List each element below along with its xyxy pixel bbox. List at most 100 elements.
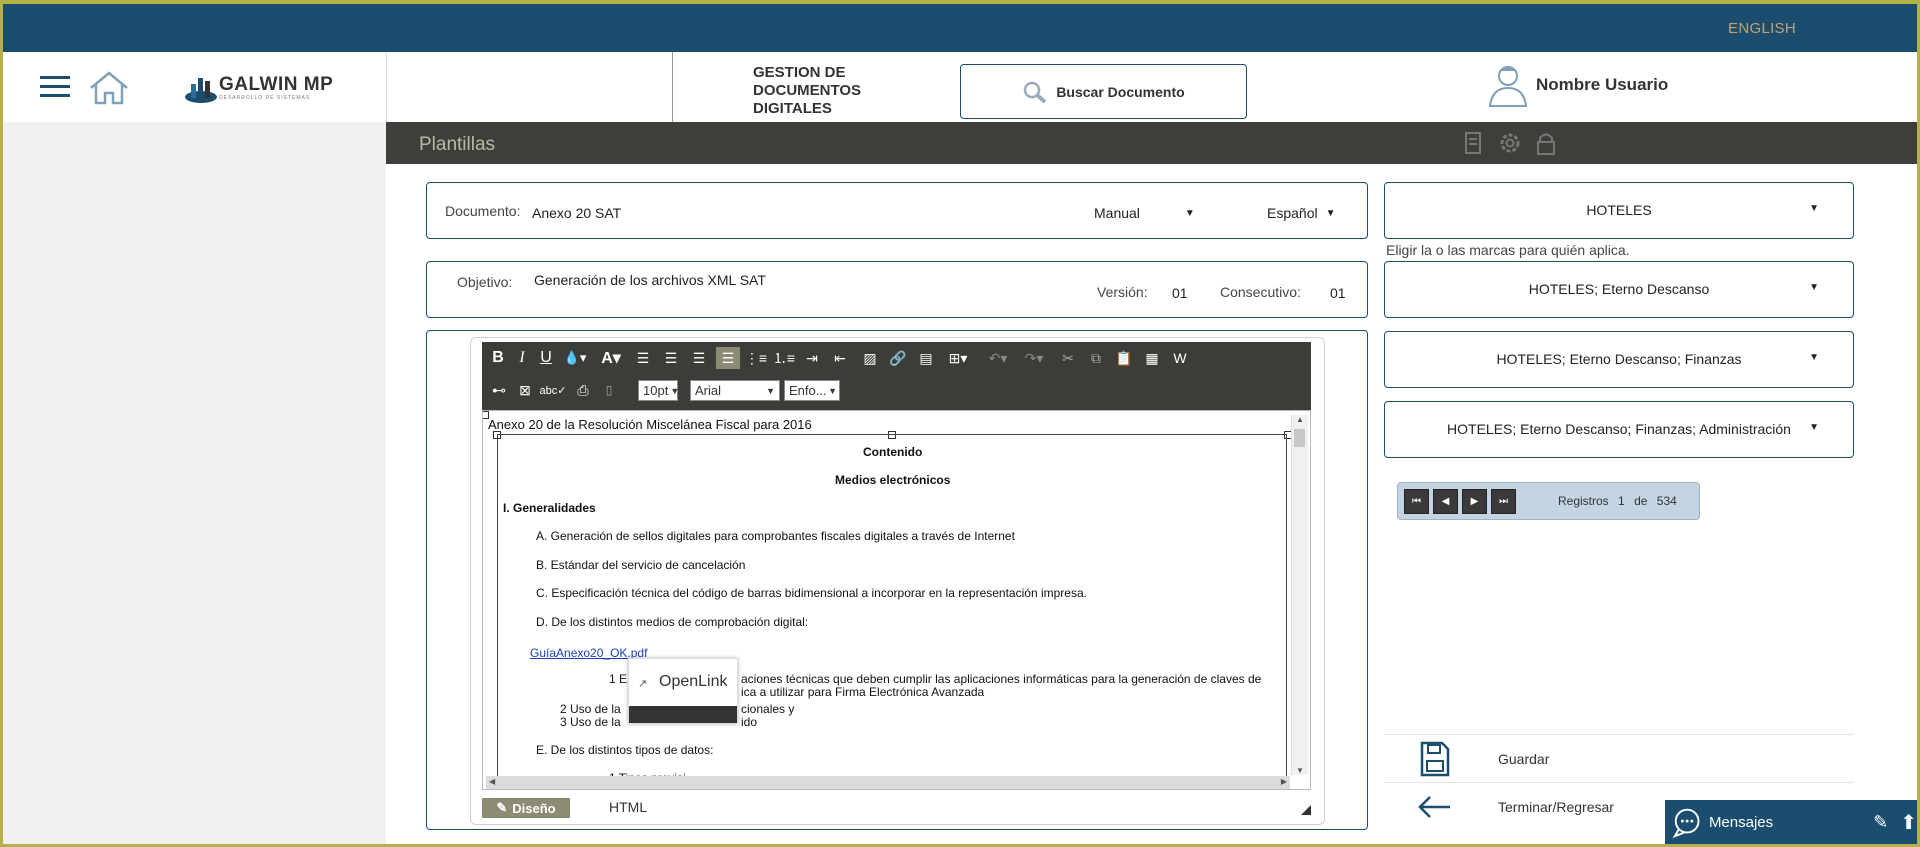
editor-resize-handle[interactable] xyxy=(1301,805,1311,815)
compose-icon[interactable]: ✎ xyxy=(1873,812,1888,833)
align-center-icon[interactable]: ☰ xyxy=(660,347,682,369)
content-table-border xyxy=(497,434,1287,789)
font-name-select[interactable]: Arial ▼ xyxy=(690,380,780,401)
first-page-button[interactable]: ⏮ xyxy=(1404,489,1429,514)
align-right-icon[interactable]: ☰ xyxy=(688,347,710,369)
copy-icon[interactable]: ⧉ xyxy=(1084,347,1108,369)
scroll-down-icon[interactable]: ▼ xyxy=(1296,766,1304,775)
spellcheck-icon[interactable]: abc✓ xyxy=(540,379,567,401)
document-icon[interactable] xyxy=(1460,130,1488,156)
back-label: Terminar/Regresar xyxy=(1498,798,1614,815)
select-all-icon[interactable]: ⊠ xyxy=(514,379,536,401)
link-context-menu[interactable]: ↗ OpenLink xyxy=(628,658,738,724)
document-language-select[interactable]: Español ▼ xyxy=(1267,205,1336,221)
bold-button[interactable]: B xyxy=(488,347,508,369)
external-link-icon: ↗ xyxy=(638,678,648,690)
undo-icon[interactable]: ↶▾ xyxy=(982,347,1014,369)
chevron-down-icon: ▼ xyxy=(766,385,775,396)
horizontal-scrollbar[interactable]: ◀ ▶ xyxy=(486,776,1290,789)
arrow-up-icon[interactable]: ⬆ xyxy=(1900,810,1917,835)
font-color-button[interactable]: A▾ xyxy=(596,347,626,369)
brand-selection-value: HOTELES; Eterno Descanso; Finanzas xyxy=(1496,351,1742,367)
vertical-scrollbar[interactable]: ▲ ▼ xyxy=(1291,415,1308,775)
lock-icon[interactable] xyxy=(1532,130,1560,156)
highlight-color-button[interactable]: 💧▾ xyxy=(560,347,590,369)
user-avatar-icon xyxy=(1488,66,1528,107)
app-title-line: DIGITALES xyxy=(753,100,832,117)
link-icon[interactable]: 🔗 xyxy=(886,347,910,369)
underline-button[interactable]: U xyxy=(536,347,556,369)
document-name-field[interactable]: Anexo 20 SAT xyxy=(532,205,621,221)
align-left-icon[interactable]: ☰ xyxy=(632,347,654,369)
doc-list-item: C. Especificación técnica del código de … xyxy=(536,586,1087,600)
records-current: 1 xyxy=(1618,494,1625,508)
open-link-menu-item[interactable]: OpenLink xyxy=(659,673,728,691)
doc-list-item: A. Generación de sellos digitales para c… xyxy=(536,529,1015,543)
design-tab[interactable]: ✎ Diseño xyxy=(482,798,570,818)
title-toolbar xyxy=(1460,130,1560,156)
settings-gear-icon[interactable] xyxy=(1496,130,1524,156)
objective-card: Objetivo: Generación de los archivos XML… xyxy=(426,261,1368,318)
sidebar xyxy=(0,122,386,847)
brand-selection-2[interactable]: HOTELES; Eterno Descanso; Finanzas ▼ xyxy=(1384,331,1854,388)
messages-widget[interactable]: Mensajes ✎ ⬆ xyxy=(1665,800,1917,845)
save-button[interactable]: Guardar xyxy=(1384,734,1854,782)
document-mode-select[interactable]: Manual ▼ xyxy=(1094,205,1195,221)
html-tab[interactable]: HTML xyxy=(609,799,647,815)
brand-selection-1[interactable]: HOTELES; Eterno Descanso ▼ xyxy=(1384,261,1854,318)
doc-subitem-text: ica a utilizar para Firma Electrónica Av… xyxy=(741,685,985,699)
brand-hint: Eligir la o las marcas para quién aplica… xyxy=(1386,242,1630,258)
chevron-down-icon: ▼ xyxy=(1809,422,1819,433)
scroll-up-icon[interactable]: ▲ xyxy=(1296,415,1304,424)
chevron-down-icon: ▼ xyxy=(1809,203,1819,214)
search-document-button[interactable]: Buscar Documento xyxy=(960,64,1247,119)
document-label: Documento: xyxy=(445,203,521,219)
format-value: Enfo... xyxy=(789,383,827,398)
align-justify-icon[interactable]: ☰ xyxy=(716,347,740,369)
paste-icon[interactable]: 📋 xyxy=(1112,347,1136,369)
section-title-bar: Plantillas xyxy=(386,122,1920,164)
italic-button[interactable]: I xyxy=(512,347,532,369)
numbered-list-icon[interactable]: ⒈≡ xyxy=(772,347,796,369)
page-title: Plantillas xyxy=(419,134,496,155)
scroll-right-icon[interactable]: ▶ xyxy=(1281,777,1287,786)
top-bar: ENGLISH xyxy=(0,0,1920,52)
template-icon[interactable]: ▤ xyxy=(914,347,938,369)
save-label: Guardar xyxy=(1498,750,1550,767)
paste-word-icon[interactable]: W xyxy=(1168,347,1192,369)
cut-icon[interactable]: ✂ xyxy=(1056,347,1080,369)
font-size-select[interactable]: 10pt ▼ xyxy=(638,380,679,401)
paste-text-icon[interactable]: ▦ xyxy=(1140,347,1164,369)
doc-list-item: B. Estándar del servicio de cancelación xyxy=(536,558,746,572)
document-language-value: Español xyxy=(1267,205,1318,221)
records-pager: ⏮ ◀ ▶ ⏭ Registros 1 de 534 xyxy=(1397,482,1700,520)
doc-subitem-text: aciones técnicas que deben cumplir las a… xyxy=(741,672,1262,686)
brand-selection-3[interactable]: HOTELES; Eterno Descanso; Finanzas; Admi… xyxy=(1384,401,1854,458)
pencil-icon: ✎ xyxy=(496,800,508,815)
header-divider xyxy=(672,52,673,132)
outdent-icon[interactable]: ⇤ xyxy=(828,347,852,369)
image-icon[interactable]: ▨ xyxy=(858,347,882,369)
chevron-down-icon: ▼ xyxy=(1184,207,1195,219)
indent-icon[interactable]: ⇥ xyxy=(800,347,824,369)
format-select[interactable]: Enfo... ▼ xyxy=(784,380,840,401)
table-icon[interactable]: ⊞▾ xyxy=(942,347,974,369)
print-icon[interactable]: ⎙ xyxy=(572,379,594,401)
scroll-thumb[interactable] xyxy=(1294,429,1305,447)
previous-page-button[interactable]: ◀ xyxy=(1433,489,1458,514)
language-link[interactable]: ENGLISH xyxy=(1728,20,1796,37)
last-page-button[interactable]: ⏭ xyxy=(1491,489,1516,514)
home-icon[interactable] xyxy=(88,70,130,106)
records-label: Registros xyxy=(1558,494,1609,508)
scroll-left-icon[interactable]: ◀ xyxy=(489,777,495,786)
brand-select[interactable]: HOTELES ▼ xyxy=(1384,182,1854,239)
objective-field[interactable]: Generación de los archivos XML SAT xyxy=(534,272,766,288)
next-page-button[interactable]: ▶ xyxy=(1462,489,1487,514)
bullet-list-icon[interactable]: ⋮≡ xyxy=(744,347,768,369)
find-icon[interactable]: ⊷ xyxy=(488,379,510,401)
user-menu[interactable]: Nombre Usuario xyxy=(1486,62,1668,108)
pdf-icon[interactable]: ▯ xyxy=(598,379,620,401)
editor-content-area[interactable]: Anexo 20 de la Resolución Miscelánea Fis… xyxy=(482,410,1311,790)
redo-icon[interactable]: ↷▾ xyxy=(1018,347,1050,369)
menu-icon[interactable] xyxy=(40,76,70,98)
